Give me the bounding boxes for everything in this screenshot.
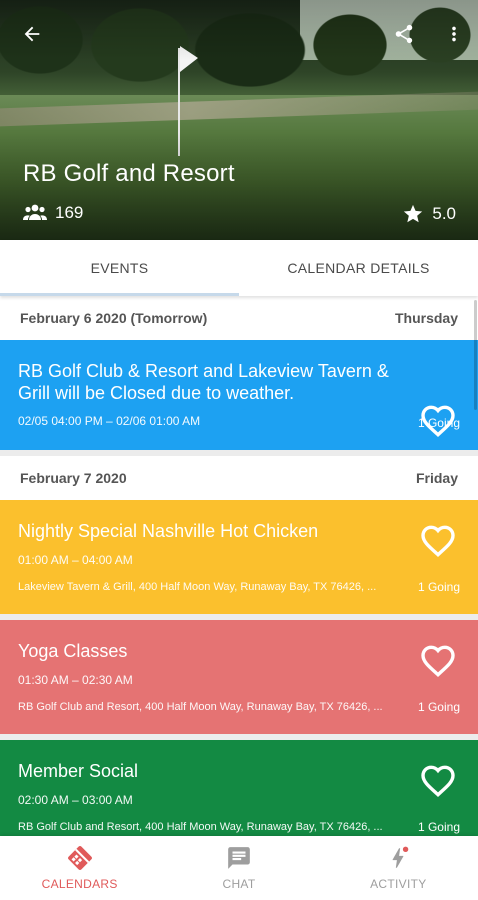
- page-title: RB Golf and Resort: [23, 160, 235, 187]
- date-label: February 7 2020: [20, 470, 127, 486]
- going-count: 1 Going: [417, 580, 460, 594]
- event-card[interactable]: RB Golf Club & Resort and Lakeview Taver…: [0, 340, 478, 450]
- tab-bar: EVENTS CALENDAR DETAILS: [0, 240, 478, 296]
- event-title: Yoga Classes: [18, 641, 128, 661]
- heart-icon: [421, 525, 455, 557]
- heart-icon: [421, 765, 455, 797]
- weekday-label: Friday: [415, 470, 458, 486]
- nav-calendars[interactable]: CALENDARS: [0, 836, 159, 900]
- event-card[interactable]: Yoga Classes 01:30 AM – 02:30 AM RB Golf…: [0, 620, 478, 734]
- nav-activity[interactable]: ACTIVITY: [319, 836, 478, 900]
- scrollbar[interactable]: [474, 300, 477, 410]
- heart-icon: [421, 645, 455, 677]
- event-time: 02:00 AM – 03:00 AM: [18, 793, 133, 807]
- event-location: RB Golf Club and Resort, 400 Half Moon W…: [18, 821, 383, 833]
- events-list: February 6 2020 (Tomorrow) Thursday RB G…: [0, 296, 478, 836]
- hero-banner: RB Golf and Resort 169 5.0: [0, 0, 478, 240]
- nav-activity-label: ACTIVITY: [370, 877, 427, 891]
- app-root: RB Golf and Resort 169 5.0 EVENTS CALEND…: [0, 0, 478, 900]
- date-header: February 7 2020 Friday: [0, 456, 478, 500]
- weekday-label: Thursday: [394, 310, 458, 326]
- event-time: 02/05 04:00 PM – 02/06 01:00 AM: [18, 414, 201, 428]
- nav-calendars-label: CALENDARS: [41, 877, 118, 891]
- members-count[interactable]: 169: [23, 203, 83, 223]
- more-vertical-icon: [452, 26, 456, 42]
- arrow-back-icon: [24, 26, 40, 42]
- going-count: 1 Going: [417, 700, 460, 714]
- event-title: Member Social: [18, 761, 139, 781]
- more-options-button[interactable]: [438, 18, 470, 50]
- tab-calendar-details[interactable]: CALENDAR DETAILS: [239, 240, 478, 296]
- event-time: 01:00 AM – 04:00 AM: [18, 553, 133, 567]
- favorite-button[interactable]: [418, 522, 458, 558]
- event-time: 01:30 AM – 02:30 AM: [18, 673, 133, 687]
- nav-chat-label: CHAT: [222, 877, 256, 891]
- date-label: February 6 2020 (Tomorrow): [20, 310, 208, 326]
- tab-calendar-details-label: CALENDAR DETAILS: [287, 260, 430, 276]
- rating-value: 5.0: [432, 204, 456, 223]
- event-location: Lakeview Tavern & Grill, 400 Half Moon W…: [18, 581, 377, 593]
- activity-icon: [392, 846, 409, 868]
- going-count: 1 Going: [417, 820, 460, 834]
- back-button[interactable]: [16, 18, 48, 50]
- event-title: RB Golf Club & Resort and Lakeview Taver…: [18, 361, 389, 403]
- share-button[interactable]: [388, 18, 420, 50]
- nav-chat[interactable]: CHAT: [159, 836, 318, 900]
- event-card[interactable]: Member Social 02:00 AM – 03:00 AM RB Gol…: [0, 740, 478, 836]
- event-card[interactable]: Nightly Special Nashville Hot Chicken 01…: [0, 500, 478, 614]
- favorite-button[interactable]: [418, 642, 458, 678]
- event-title: Nightly Special Nashville Hot Chicken: [18, 521, 319, 541]
- star-icon: [404, 204, 423, 223]
- bottom-navigation: CALENDARS CHAT ACTIVITY: [0, 836, 478, 900]
- tab-events[interactable]: EVENTS: [0, 240, 239, 296]
- rating[interactable]: 5.0: [402, 203, 456, 225]
- going-count: 1 Going: [417, 416, 460, 430]
- chat-icon: [228, 847, 250, 869]
- event-location: RB Golf Club and Resort, 400 Half Moon W…: [18, 701, 383, 713]
- members-count-value: 169: [55, 203, 84, 222]
- date-header: February 6 2020 (Tomorrow) Thursday: [0, 296, 478, 340]
- calendars-icon: [67, 846, 92, 870]
- notification-dot: [403, 846, 409, 853]
- tab-events-label: EVENTS: [90, 260, 149, 276]
- favorite-button[interactable]: [418, 762, 458, 798]
- group-icon: [23, 204, 47, 220]
- share-icon: [395, 24, 413, 44]
